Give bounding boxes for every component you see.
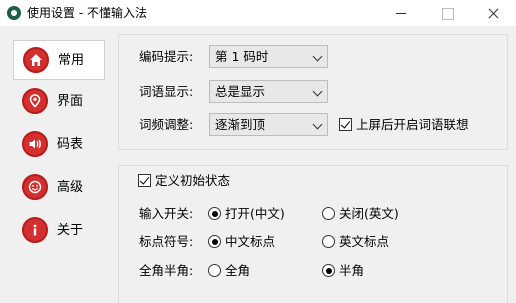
general-options-panel: 编码提示: 第 1 码时 词语显示: 总是显示 词频调整: 逐渐到顶 上屏后开启…: [118, 34, 508, 150]
chevron-down-icon: [312, 86, 323, 97]
width-mode-label: 全角半角:: [139, 263, 194, 278]
speaker-icon: [22, 131, 48, 157]
freq-adjust-select[interactable]: 逐渐到顶: [209, 113, 328, 136]
input-on-radio[interactable]: [208, 207, 221, 220]
chinese-punct-radio[interactable]: [208, 235, 221, 248]
face-icon: [22, 174, 48, 200]
initial-state-checkbox[interactable]: [138, 174, 151, 187]
input-switch-label: 输入开关:: [139, 206, 194, 221]
location-pin-icon: [22, 88, 48, 114]
sidebar-item-label: 界面: [57, 94, 84, 109]
info-icon: [22, 217, 48, 243]
chevron-down-icon: [312, 51, 323, 62]
sidebar-item-codetable[interactable]: 码表: [13, 125, 105, 165]
association-checkbox[interactable]: [339, 118, 352, 131]
sidebar-item-label: 码表: [57, 137, 84, 152]
punctuation-label: 标点符号:: [139, 234, 194, 249]
association-label: 上屏后开启词语联想: [356, 117, 469, 132]
input-off-radio[interactable]: [322, 207, 335, 220]
freq-adjust-label: 词频调整:: [139, 117, 194, 132]
code-hint-value: 第 1 码时: [215, 49, 269, 64]
code-hint-select[interactable]: 第 1 码时: [209, 45, 328, 68]
phrase-display-value: 总是显示: [215, 84, 266, 99]
full-width-label: 全角: [225, 263, 251, 278]
home-icon: [23, 47, 49, 73]
initial-state-panel: 定义初始状态 输入开关: 打开(中文) 关闭(英文) 标点符号: 中文标点 英文…: [118, 165, 508, 303]
sidebar-item-advanced[interactable]: 高级: [13, 168, 105, 208]
half-width-label: 半角: [339, 263, 365, 278]
title-bar: 使用设置 - 不懂输入法: [0, 0, 516, 26]
freq-adjust-value: 逐渐到顶: [215, 117, 266, 132]
full-width-radio[interactable]: [208, 264, 221, 277]
phrase-display-label: 词语显示:: [139, 84, 194, 99]
chevron-down-icon: [312, 119, 323, 130]
sidebar-item-about[interactable]: 关于: [13, 211, 105, 251]
initial-state-title: 定义初始状态: [155, 173, 231, 188]
input-off-label: 关闭(英文): [339, 206, 399, 221]
code-hint-label: 编码提示:: [139, 49, 194, 64]
english-punct-label: 英文标点: [339, 234, 390, 249]
input-on-label: 打开(中文): [225, 206, 285, 221]
maximize-button[interactable]: [424, 0, 470, 26]
chinese-punct-label: 中文标点: [225, 234, 276, 249]
sidebar-item-label: 常用: [58, 53, 85, 68]
sidebar-item-general[interactable]: 常用: [13, 40, 105, 80]
half-width-radio[interactable]: [322, 264, 335, 277]
phrase-display-select[interactable]: 总是显示: [209, 80, 328, 103]
english-punct-radio[interactable]: [322, 235, 335, 248]
minimize-button[interactable]: [378, 0, 424, 26]
sidebar-item-label: 关于: [57, 223, 84, 238]
app-logo-icon: [7, 6, 21, 20]
sidebar-item-appearance[interactable]: 界面: [13, 82, 105, 122]
sidebar-item-label: 高级: [57, 180, 84, 195]
close-button[interactable]: [470, 0, 516, 26]
sidebar: 常用 界面 码表 高级 关于: [0, 26, 112, 303]
window-title: 使用设置 - 不懂输入法: [27, 6, 147, 20]
